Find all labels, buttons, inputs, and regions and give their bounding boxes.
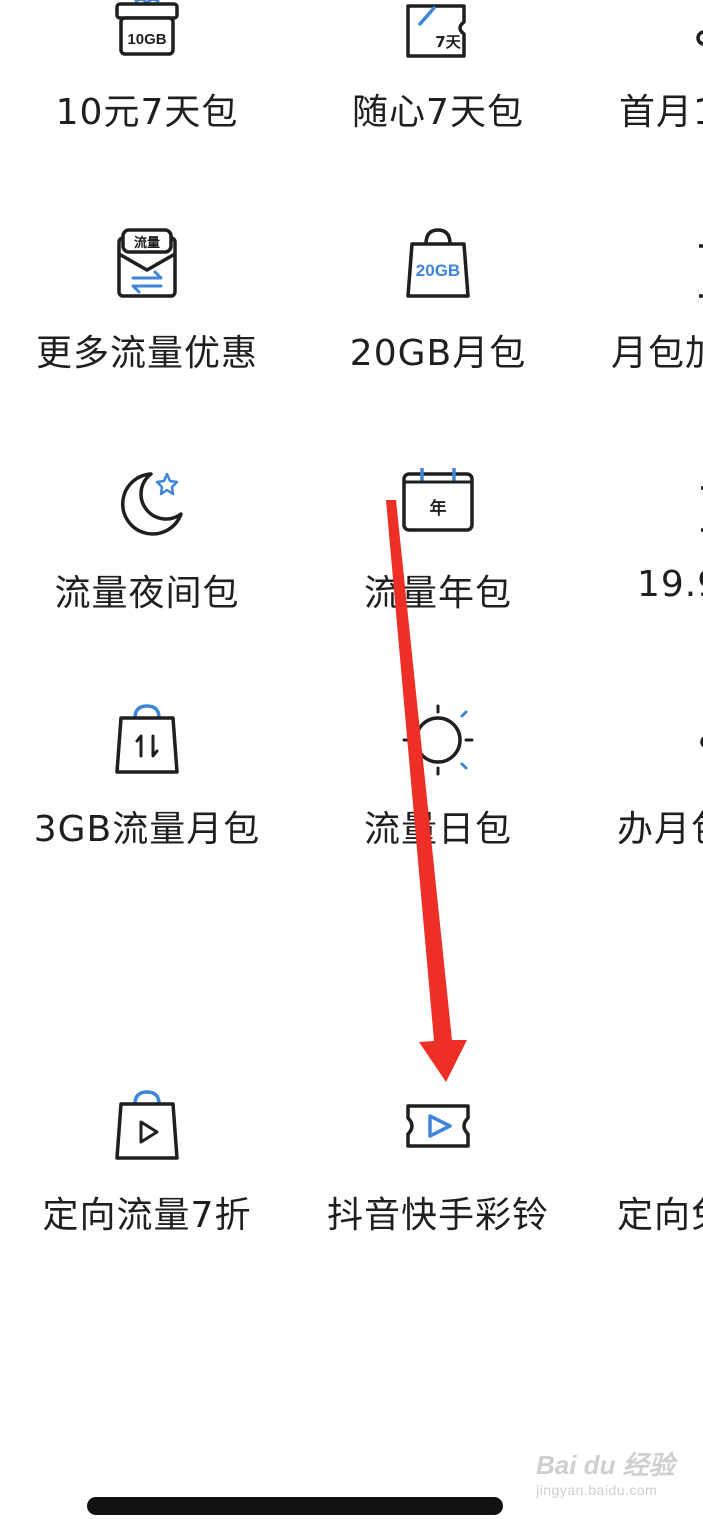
tile-monthly-signup[interactable]: 办月包: [583, 702, 703, 850]
tile-free-7day-pack[interactable]: 7天 随心7天包: [293, 0, 583, 133]
partial-icon: [696, 30, 703, 46]
watermark-logo: Bai du 经验: [536, 1450, 675, 1480]
shopping-bag-transfer-icon: [115, 704, 179, 774]
tile-label: 定向流量7折: [42, 1195, 252, 1236]
tile-label: 流量年包: [363, 573, 512, 614]
svg-text:10GB: 10GB: [127, 31, 166, 48]
partial-icon: [693, 1088, 703, 1164]
tile-20gb-monthly-pack[interactable]: 20GB 20GB月包: [293, 226, 583, 374]
tile-label: 19.9: [637, 564, 703, 605]
gift-box-10gb-icon: 10GB: [115, 0, 179, 56]
tile-label: 定向免: [617, 1195, 703, 1236]
tile-douyin-kuaishou-ringtone[interactable]: 抖音快手彩铃: [293, 1088, 583, 1236]
calendar-year-icon: 年: [402, 468, 474, 532]
moon-star-icon: [120, 472, 183, 536]
watermark: Bai du 经验 jingyan.baidu.com: [536, 1445, 686, 1505]
tile-label: 流量日包: [363, 809, 512, 850]
tile-3gb-monthly-pack[interactable]: 3GB流量月包: [2, 702, 292, 850]
tile-label: 3GB流量月包: [33, 809, 261, 850]
tile-10yuan-7day-pack[interactable]: 10GB 10元7天包: [2, 0, 292, 133]
partial-icon: [701, 486, 703, 532]
partial-icon: [699, 244, 703, 298]
tile-label: 月包加: [611, 333, 703, 374]
tile-label: 首月1: [619, 92, 703, 133]
tile-more-data-offers[interactable]: 流量 更多流量优惠: [2, 226, 292, 374]
tile-first-month[interactable]: 首月1: [583, 0, 703, 133]
tile-annual-data-pack[interactable]: 年 流量年包: [293, 468, 583, 614]
tile-label: 抖音快手彩铃: [326, 1195, 549, 1236]
tile-night-data-pack[interactable]: 流量夜间包: [2, 468, 292, 614]
svg-text:7天: 7天: [435, 33, 461, 51]
home-indicator[interactable]: [87, 1497, 503, 1515]
tile-monthly-addon[interactable]: 月包加: [583, 226, 703, 374]
ticket-7day-icon: 7天: [406, 4, 466, 58]
shopping-bag-play-icon: [115, 1090, 179, 1160]
tile-label: 办月包: [617, 809, 703, 850]
svg-text:流量: 流量: [134, 235, 160, 251]
tile-19-9-pack[interactable]: 19.9: [583, 468, 703, 605]
tile-label: 流量夜间包: [54, 573, 240, 614]
partial-icon: [700, 736, 703, 748]
watermark-url: jingyan.baidu.com: [536, 1482, 658, 1498]
tile-targeted-data-discount[interactable]: 定向流量7折: [2, 1088, 292, 1236]
shopping-bag-20gb-icon: 20GB: [406, 228, 470, 298]
tile-targeted-free[interactable]: 定向免: [583, 1088, 703, 1236]
svg-text:年: 年: [430, 498, 447, 519]
sun-icon: [402, 704, 474, 776]
tile-daily-data-pack[interactable]: 流量日包: [293, 702, 583, 850]
tile-label: 20GB月包: [349, 333, 527, 374]
svg-text:20GB: 20GB: [416, 261, 460, 280]
tile-label: 更多流量优惠: [35, 333, 258, 374]
tile-label: 10元7天包: [55, 92, 239, 133]
tile-label: 随心7天包: [352, 92, 524, 133]
data-envelope-icon: 流量: [117, 228, 177, 298]
video-ticket-icon: [406, 1104, 470, 1148]
